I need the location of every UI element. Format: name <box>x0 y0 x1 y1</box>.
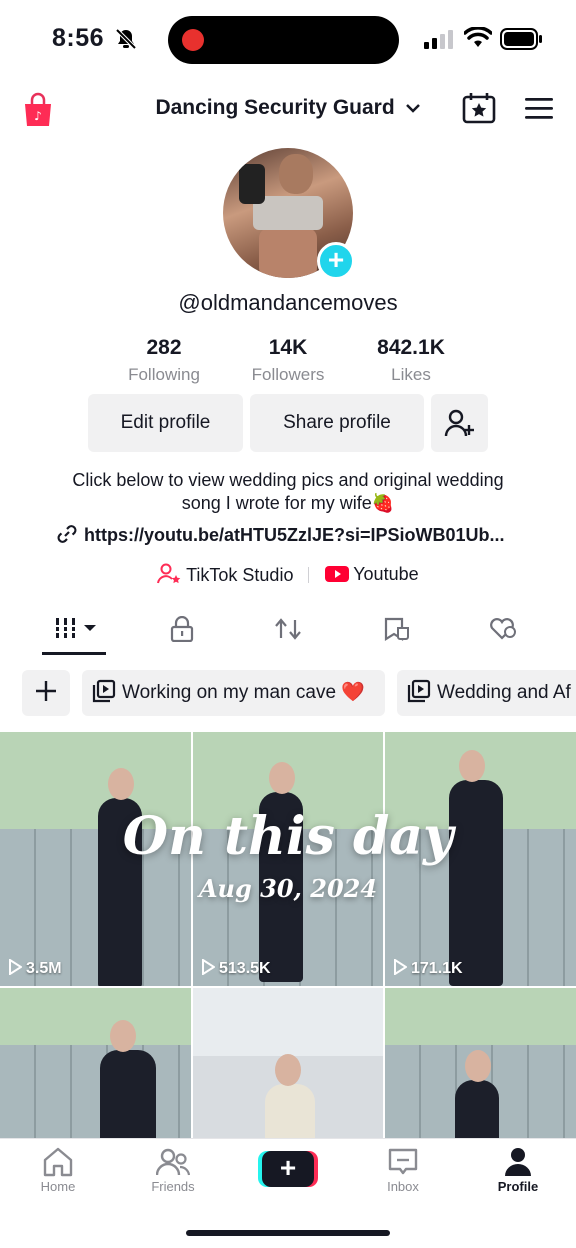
add-collection-icon <box>36 681 56 701</box>
profile-icon <box>505 1148 531 1176</box>
lock-icon[interactable] <box>170 616 194 642</box>
nav-friends[interactable]: Friends <box>125 1147 221 1194</box>
signal-icon <box>424 30 453 49</box>
home-indicator <box>186 1230 390 1236</box>
account-name: Dancing Security Guard <box>155 96 395 119</box>
link-icon <box>57 525 77 543</box>
bio-link-text: https://youtu.be/atHTU5ZzlJE?si=IPSioWB0… <box>84 525 505 545</box>
chevron-down-icon <box>405 104 420 114</box>
youtube-label: Youtube <box>353 564 419 584</box>
grid-videos-icon[interactable] <box>54 616 98 640</box>
active-tab-indicator <box>42 652 106 655</box>
nav-inbox-label: Inbox <box>387 1179 419 1194</box>
view-count-text: 171.1K <box>411 960 463 977</box>
content-tabs <box>0 604 576 656</box>
view-count: 513.5K <box>201 959 271 978</box>
battery-icon <box>500 28 542 50</box>
share-profile-button[interactable]: Share profile <box>250 394 424 452</box>
view-count-text: 3.5M <box>26 960 62 977</box>
stat-label: Followers <box>251 365 325 384</box>
friends-icon <box>156 1148 190 1176</box>
profile-header: ♪ Dancing Security Guard <box>0 80 576 136</box>
edit-profile-button[interactable]: Edit profile <box>88 394 243 452</box>
home-icon <box>43 1147 73 1177</box>
liked-icon[interactable] <box>488 616 518 642</box>
on-this-day-title: On this day <box>122 806 454 867</box>
youtube-link[interactable]: Youtube <box>324 564 419 585</box>
nav-inbox[interactable]: Inbox <box>355 1147 451 1194</box>
collection-chip[interactable]: Wedding and Af <box>397 670 576 716</box>
video-tile[interactable] <box>0 988 191 1138</box>
video-tile[interactable] <box>385 988 576 1138</box>
tiktok-studio-label: TikTok Studio <box>186 565 294 585</box>
create-button[interactable]: + <box>258 1151 318 1187</box>
favorites-icon[interactable] <box>382 616 410 642</box>
status-time: 8:56 <box>52 24 105 52</box>
stat-followers[interactable]: 14K Followers <box>218 336 358 385</box>
collection-label: Wedding and Af <box>437 682 571 703</box>
video-grid: 3.5M 513.5K 171.1K <box>0 732 576 1138</box>
youtube-icon <box>324 566 349 582</box>
nav-home-label: Home <box>40 1179 76 1194</box>
collection-chip[interactable]: Working on my man cave ❤️ <box>82 670 385 716</box>
repost-icon[interactable] <box>274 616 302 642</box>
stat-value: 282 <box>146 336 182 359</box>
view-count: 171.1K <box>393 959 463 978</box>
calendar-star-icon[interactable] <box>462 92 496 124</box>
view-count: 3.5M <box>8 959 62 978</box>
dynamic-island <box>168 16 399 64</box>
add-story-plus-icon[interactable]: + <box>317 242 355 280</box>
play-icon <box>202 959 215 975</box>
muted-bell-icon <box>115 28 137 50</box>
recording-indicator <box>182 29 204 51</box>
bio-text: Click below to view wedding pics and ori… <box>72 470 504 513</box>
view-count-text: 513.5K <box>219 960 271 977</box>
play-icon <box>9 959 22 975</box>
bio-link[interactable]: https://youtu.be/atHTU5ZzlJE?si=IPSioWB0… <box>56 523 505 546</box>
create-icon: + <box>262 1151 314 1187</box>
play-icon <box>394 959 407 975</box>
collection-icon <box>407 679 431 703</box>
wifi-icon <box>464 27 492 47</box>
nav-home[interactable]: Home <box>10 1147 106 1194</box>
nav-profile-label: Profile <box>497 1179 539 1194</box>
add-collection-button[interactable] <box>22 670 70 716</box>
tiktok-studio-icon <box>157 563 181 584</box>
tiktok-studio-link[interactable]: TikTok Studio <box>157 563 293 586</box>
collection-label: Working on my man cave ❤️ <box>122 682 365 703</box>
username: @oldmandancemoves <box>178 290 398 315</box>
stat-likes[interactable]: 842.1K Likes <box>341 336 481 385</box>
stat-value: 842.1K <box>377 336 445 359</box>
nav-profile[interactable]: Profile <box>470 1147 566 1194</box>
stat-value: 14K <box>268 336 308 359</box>
add-friend-icon <box>444 409 474 437</box>
profile-extras: TikTok Studio Youtube <box>0 563 576 586</box>
video-tile[interactable] <box>193 988 383 1138</box>
stat-following[interactable]: 282 Following <box>94 336 234 385</box>
add-friend-button[interactable] <box>431 394 488 452</box>
stat-label: Likes <box>391 365 431 384</box>
stat-label: Following <box>128 365 200 384</box>
nav-friends-label: Friends <box>151 1179 195 1194</box>
collection-icon <box>92 679 116 703</box>
status-bar: 8:56 <box>0 0 576 80</box>
inbox-icon <box>388 1148 418 1175</box>
hamburger-menu-icon[interactable] <box>524 96 554 120</box>
on-this-day-date: Aug 30, 2024 <box>198 874 378 903</box>
